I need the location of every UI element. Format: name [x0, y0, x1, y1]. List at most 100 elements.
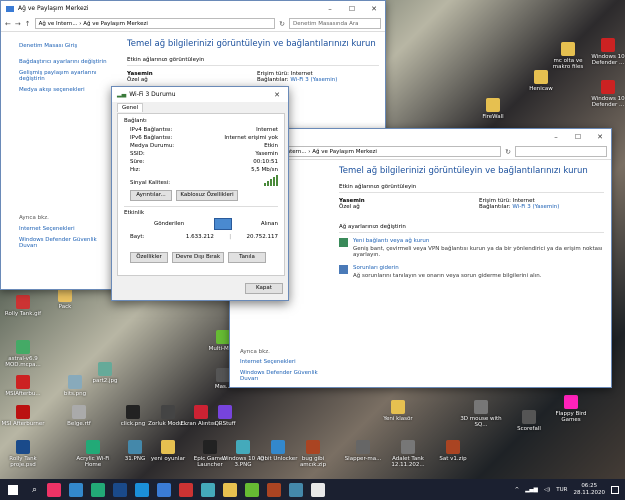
search-input[interactable]: Denetim Masasında Ara [289, 18, 381, 29]
desktop-icon-label: FireWall [482, 114, 504, 120]
received-label: Alınan [260, 221, 278, 227]
wireless-properties-button[interactable]: Kablosuz Özellikleri [176, 190, 238, 201]
desktop-icon[interactable]: Windows 10 Defender ... [585, 80, 625, 108]
taskbar-app-icon[interactable] [179, 482, 194, 497]
control-panel-home-link[interactable]: Denetim Masası Giriş [19, 43, 114, 49]
file-icon [16, 295, 30, 309]
desktop-icon[interactable]: 3D mouse with SQ... [458, 400, 504, 428]
refresh-icon[interactable]: ↻ [505, 148, 511, 156]
maximize-icon[interactable]: ☐ [567, 133, 589, 141]
wifi-tray-icon[interactable]: ▂▄▆ [525, 487, 538, 493]
taskbar-app-icon[interactable] [267, 482, 282, 497]
desktop-icon[interactable]: QRStuff [202, 405, 248, 427]
desktop-icon[interactable]: bug gibi amcık.zip [290, 440, 336, 468]
active-networks-label: Etkin ağlarınızı görüntüleyin [127, 57, 379, 66]
details-button[interactable]: Ayrıntılar... [130, 190, 172, 201]
tab-general[interactable]: Genel [117, 103, 144, 112]
forward-arrow-icon[interactable]: → [15, 20, 21, 28]
windows-start-icon[interactable] [8, 484, 18, 495]
notification-icon[interactable] [611, 485, 619, 494]
taskbar-app-icon[interactable] [135, 482, 150, 497]
disable-button[interactable]: Devre Dışı Bırak [172, 252, 224, 263]
desktop-icon[interactable]: Flappy Bird Games [548, 395, 594, 423]
taskbar-app-icon[interactable] [91, 482, 106, 497]
breadcrumb[interactable]: Ağ ve Intern... › Ağ ve Paylaşım Merkezi [34, 18, 276, 29]
desktop-icon-label: Rolly Tank proje.psd [9, 456, 37, 469]
desktop-icon[interactable]: Windows 10 Defender ... [585, 38, 625, 66]
advanced-sharing-link[interactable]: Gelişmiş paylaşım ayarlarını değiştirin [19, 70, 114, 82]
desktop-icon[interactable]: Rolly Tank.gif [0, 295, 46, 317]
desktop-icon[interactable]: Rolly Tank proje.psd [0, 440, 46, 468]
minimize-icon[interactable]: – [319, 5, 341, 13]
dialog-title-bar: ▂▄ Wi-Fi 3 Durumu ✕ [112, 87, 288, 102]
search-input[interactable] [515, 146, 607, 157]
desktop-icon[interactable]: part2.jpg [82, 362, 128, 384]
desktop-icon[interactable]: FireWall [470, 98, 516, 120]
file-icon [203, 440, 217, 454]
breadcrumb[interactable]: Ağ ve Intern... › Ağ ve Paylaşım Merkezi [263, 146, 502, 157]
status-row-value: 5,5 Mb/sn [251, 167, 278, 173]
new-connection-desc: Geniş bant, çevirmeli veya VPN bağlantıs… [353, 246, 603, 258]
troubleshoot-link[interactable]: Sorunları giderin [353, 265, 541, 271]
defender-firewall-link[interactable]: Windows Defender Güvenlik Duvarı [240, 370, 330, 382]
new-connection-link[interactable]: Yeni bağlantı veya ağ kurun [353, 238, 604, 244]
minimize-icon[interactable]: – [545, 133, 567, 141]
media-streaming-link[interactable]: Medya akışı seçenekleri [19, 87, 114, 93]
desktop-icon[interactable]: yeni oyunlar [145, 440, 191, 462]
defender-firewall-link[interactable]: Windows Defender Güvenlik Duvarı [19, 237, 114, 249]
desktop-icon-label: QRStuff [214, 421, 236, 427]
back-arrow-icon[interactable]: ← [5, 20, 11, 28]
internet-options-link[interactable]: Internet Seçenekleri [240, 359, 330, 365]
diagnose-button[interactable]: Tanıla [228, 252, 266, 263]
close-button[interactable]: Kapat [245, 283, 283, 294]
tray-chevron-icon[interactable]: ^ [515, 487, 520, 493]
close-icon[interactable]: ✕ [363, 5, 385, 13]
taskbar-app-icon[interactable] [157, 482, 172, 497]
properties-button[interactable]: Özellikler [130, 252, 168, 263]
desktop-icon[interactable]: Yeni klasör [375, 400, 421, 422]
maximize-icon[interactable]: ☐ [341, 5, 363, 13]
desktop-icon[interactable]: Scorefall [506, 410, 552, 432]
desktop-icon[interactable]: Adalet Tank 12.11.202... [385, 440, 431, 468]
desktop-icon-label: Yeni klasör [383, 416, 413, 422]
wifi-connection-link[interactable]: Wi-Fi 3 (Yasemin) [290, 77, 337, 83]
search-icon[interactable]: ⌕ [32, 485, 37, 495]
taskbar-app-icon[interactable] [69, 482, 84, 497]
adapter-settings-link[interactable]: Bağdaştırıcı ayarlarını değiştirin [19, 59, 114, 65]
taskbar-app-icon[interactable] [113, 482, 128, 497]
desktop-icon[interactable]: Belge.rtf [56, 405, 102, 427]
taskbar-app-icon[interactable] [289, 482, 304, 497]
desktop-icon[interactable]: MSI Afterburner [0, 405, 46, 427]
desktop-icon[interactable]: astral-v6.9 MOD.mcpa... [0, 340, 46, 368]
taskbar-app-icon[interactable] [311, 482, 326, 497]
status-row-label: Hız: [130, 167, 141, 173]
file-icon [86, 440, 100, 454]
file-icon [68, 375, 82, 389]
desktop-icon-label: part2.jpg [92, 378, 118, 384]
taskbar-app-icon[interactable] [245, 482, 260, 497]
wifi-connection-link[interactable]: Wi-Fi 3 (Yasemin) [512, 204, 559, 210]
refresh-icon[interactable]: ↻ [279, 20, 285, 28]
desktop-icon[interactable]: Slapper-ma... [340, 440, 386, 462]
taskbar-app-icon[interactable] [223, 482, 238, 497]
desktop-icon[interactable]: Henicaw [518, 70, 564, 92]
internet-options-link[interactable]: Internet Seçenekleri [19, 226, 114, 232]
taskbar-app-icon[interactable] [47, 482, 62, 497]
language-indicator[interactable]: TUR [556, 487, 567, 493]
desktop-icon[interactable]: Acrylic Wi-Fi Home [70, 440, 116, 468]
network-icon [6, 5, 14, 12]
file-icon [161, 440, 175, 454]
close-icon[interactable]: ✕ [589, 133, 611, 141]
desktop-icon[interactable]: MSIAfterbu... [0, 375, 46, 397]
signal-bars-icon [264, 175, 278, 186]
clock[interactable]: 06:25 28.11.2020 [574, 483, 606, 496]
status-row: IPv4 Bağlantısı: Internet [130, 127, 278, 133]
file-icon [522, 410, 536, 424]
up-arrow-icon[interactable]: ↑ [25, 20, 31, 28]
desktop-icon[interactable]: Sat v1.zip [430, 440, 476, 462]
desktop-icon[interactable]: Pack [42, 288, 88, 310]
volume-icon[interactable]: ◁) [544, 487, 550, 493]
taskbar-app-icon[interactable] [201, 482, 216, 497]
desktop-icon-label: Windows 10 Defender ... [591, 54, 625, 67]
close-icon[interactable]: ✕ [266, 91, 288, 99]
